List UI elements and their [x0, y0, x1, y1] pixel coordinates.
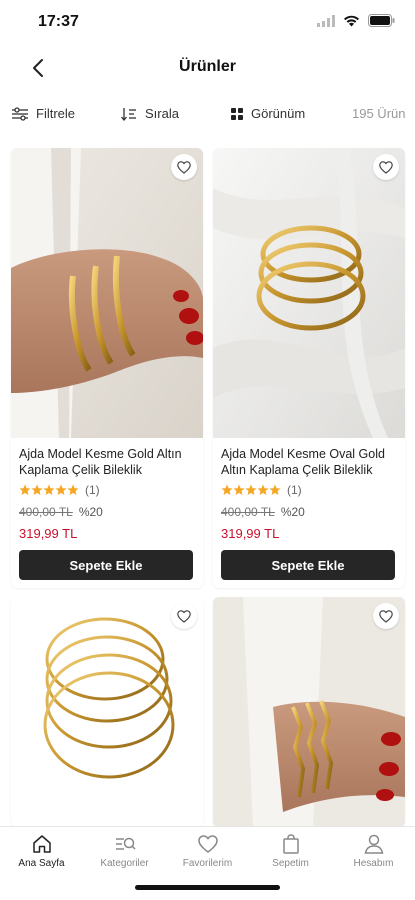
home-indicator: [135, 885, 280, 890]
tab-home[interactable]: Ana Sayfa: [0, 833, 83, 869]
star-icon: [67, 484, 79, 495]
user-icon: [364, 834, 383, 854]
heart-icon: [177, 160, 191, 174]
add-to-cart-button[interactable]: Sepete Ekle: [221, 550, 395, 580]
filter-toolbar: Filtrele Sırala Görünüm 195 Ürün: [0, 96, 415, 132]
favorite-button[interactable]: [171, 154, 197, 180]
heart-icon: [379, 160, 393, 174]
sort-label: Sırala: [145, 106, 179, 121]
star-icon: [257, 484, 269, 495]
bracelet-on-wrist-photo: [11, 148, 203, 438]
product-image[interactable]: [213, 148, 405, 438]
filter-button[interactable]: Filtrele: [12, 106, 75, 121]
tab-label: Kategoriler: [100, 858, 149, 869]
rating-count: (1): [287, 483, 302, 497]
tab-favorites[interactable]: Favorilerim: [166, 833, 249, 869]
product-card[interactable]: [213, 597, 405, 827]
bag-icon: [282, 834, 299, 854]
star-icon: [55, 484, 67, 495]
heart-icon: [379, 609, 393, 623]
tab-label: Sepetim: [272, 858, 309, 869]
heart-icon: [197, 835, 218, 853]
rating-count: (1): [85, 483, 100, 497]
signal-icon: [317, 14, 335, 27]
product-name[interactable]: Ajda Model Kesme Gold Altın Kaplama Çeli…: [19, 446, 195, 478]
star-icon: [43, 484, 55, 495]
heart-icon: [177, 609, 191, 623]
sort-icon: [121, 107, 136, 121]
star-icon: [19, 484, 31, 495]
product-card[interactable]: [11, 597, 203, 827]
tab-categories[interactable]: Kategoriler: [83, 833, 166, 869]
tab-cart[interactable]: Sepetim: [249, 833, 332, 869]
filter-icon: [12, 106, 28, 121]
price-row: 400,00 TL %20: [19, 504, 195, 520]
tab-account[interactable]: Hesabım: [332, 833, 415, 869]
product-image[interactable]: [213, 597, 405, 827]
product-card[interactable]: Ajda Model Kesme Gold Altın Kaplama Çeli…: [11, 148, 203, 588]
star-icon: [245, 484, 257, 495]
favorite-button[interactable]: [373, 154, 399, 180]
old-price: 400,00 TL: [19, 505, 73, 519]
rating-row: (1): [19, 482, 195, 498]
star-rating: [19, 484, 79, 496]
tab-label: Hesabım: [353, 858, 394, 869]
product-card[interactable]: Ajda Model Kesme Oval Gold Altın Kaplama…: [213, 148, 405, 588]
bracelets-on-fabric-photo: [213, 148, 405, 438]
star-rating: [221, 484, 281, 496]
tab-label: Favorilerim: [182, 858, 233, 869]
old-price: 400,00 TL: [221, 505, 275, 519]
wave-bracelet-on-wrist-photo: [213, 597, 405, 827]
product-name[interactable]: Ajda Model Kesme Oval Gold Altın Kaplama…: [221, 446, 397, 478]
view-button[interactable]: Görünüm: [231, 106, 305, 121]
sale-price: 319,99 TL: [19, 526, 78, 541]
tab-label: Ana Sayfa: [18, 858, 65, 869]
star-icon: [233, 484, 245, 495]
page-title: Ürünler: [179, 58, 236, 75]
wifi-icon: [344, 15, 359, 26]
price-row: 400,00 TL %20: [221, 504, 397, 520]
favorite-button[interactable]: [373, 603, 399, 629]
product-count: 195 Ürün: [352, 106, 406, 121]
status-icons: [317, 14, 395, 27]
status-time: 17:37: [38, 13, 79, 30]
filter-label: Filtrele: [36, 106, 76, 121]
star-icon: [269, 484, 281, 495]
star-icon: [221, 484, 233, 495]
grid-view-icon: [231, 107, 243, 120]
categories-icon: [115, 837, 136, 850]
discount-badge: %20: [78, 505, 103, 519]
favorite-button[interactable]: [171, 603, 197, 629]
view-label: Görünüm: [251, 106, 306, 121]
product-image[interactable]: [11, 148, 203, 438]
bottom-tab-bar: Ana Sayfa Kategoriler Favorilerim Sepeti…: [0, 826, 415, 900]
home-icon: [32, 835, 51, 853]
sort-button[interactable]: Sırala: [121, 106, 179, 121]
add-to-cart-button[interactable]: Sepete Ekle: [19, 550, 193, 580]
battery-icon: [368, 14, 395, 27]
rating-row: (1): [221, 482, 397, 498]
stacked-bangles-photo: [11, 597, 203, 827]
product-image[interactable]: [11, 597, 203, 827]
status-bar: 17:37: [0, 0, 415, 44]
nav-bar: Ürünler: [0, 44, 415, 90]
discount-badge: %20: [280, 505, 305, 519]
sale-price: 319,99 TL: [221, 526, 280, 541]
star-icon: [31, 484, 43, 495]
